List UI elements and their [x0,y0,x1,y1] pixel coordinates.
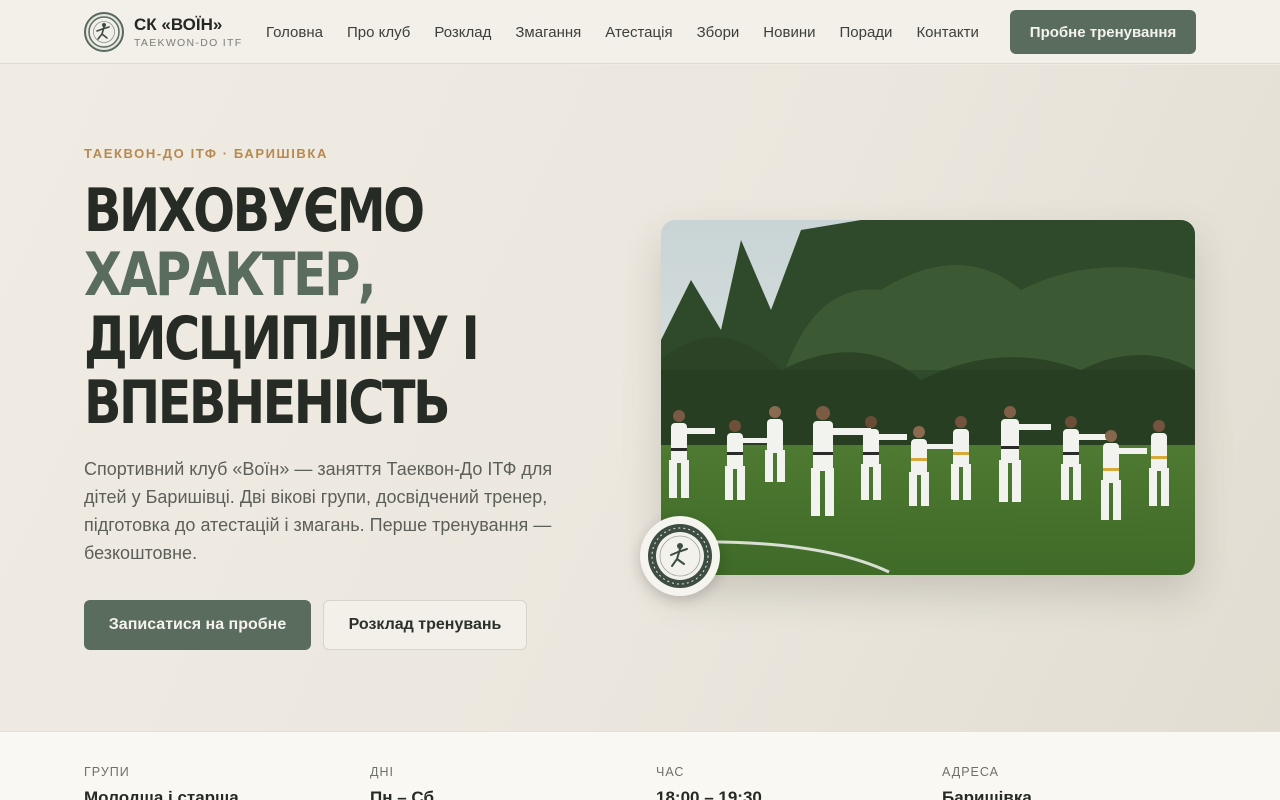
nav-item-home[interactable]: Головна [266,24,323,41]
info-days: ДНІ Пн – Сб [370,765,630,800]
headline-line-3: дисципліну і [84,304,480,374]
headline-line-1: Виховуємо [84,176,425,246]
nav-item-competitions[interactable]: Змагання [515,24,581,41]
nav-item-contacts[interactable]: Контакти [916,24,978,41]
info-address: АДРЕСА Баришівка [942,765,1202,800]
info-label: ЧАС [656,765,685,779]
info-label: АДРЕСА [942,765,999,779]
hero-photo [661,220,1195,575]
info-value: Баришівка [942,788,1032,800]
info-label: ГРУПИ [84,765,130,779]
main-nav: Головна Про клуб Розклад Змагання Атеста… [266,0,979,64]
info-value: Молодша і старша [84,788,239,800]
nav-item-attestation[interactable]: Атестація [605,24,672,41]
info-value: Пн – Сб [370,788,434,800]
trial-training-button[interactable]: Пробне тренування [1010,10,1196,54]
headline-line-4: впевненість [84,368,451,438]
info-value: 18:00 – 19:30 [656,788,762,800]
info-label: ДНІ [370,765,394,779]
info-time: ЧАС 18:00 – 19:30 [656,765,916,800]
nav-item-schedule[interactable]: Розклад [434,24,491,41]
nav-item-news[interactable]: Новини [763,24,815,41]
signup-trial-button[interactable]: Записатися на пробне [84,600,311,650]
info-groups: ГРУПИ Молодша і старша [84,765,344,800]
site-header: СК «ВОЇН» TAEKWON-DO ITF Головна Про клу… [0,0,1280,64]
hero-headline: Виховуємо характер, дисципліну і впевнен… [84,179,527,435]
hero-eyebrow: ТАЕКВОН-ДО ІТФ · БАРИШІВКА [84,146,328,161]
brand[interactable]: СК «ВОЇН» TAEKWON-DO ITF [84,12,242,52]
taekwondo-emblem-icon [84,12,124,52]
brand-subtitle: TAEKWON-DO ITF [134,36,243,49]
nav-item-tips[interactable]: Поради [839,24,892,41]
nav-item-camps[interactable]: Збори [697,24,740,41]
headline-line-2: характер, [84,240,377,310]
hero-section: ТАЕКВОН-ДО ІТФ · БАРИШІВКА Виховуємо хар… [0,65,1280,731]
club-seal-icon [640,516,720,596]
brand-name: СК «ВОЇН» [134,14,223,34]
hero-lead: Спортивний клуб «Воїн» — заняття Таеквон… [84,459,553,563]
schedule-button[interactable]: Розклад тренувань [323,600,527,650]
info-bar: ГРУПИ Молодша і старша ДНІ Пн – Сб ЧАС 1… [0,731,1280,800]
nav-item-about[interactable]: Про клуб [347,24,410,41]
brand-text: СК «ВОЇН» TAEKWON-DO ITF [134,15,242,50]
